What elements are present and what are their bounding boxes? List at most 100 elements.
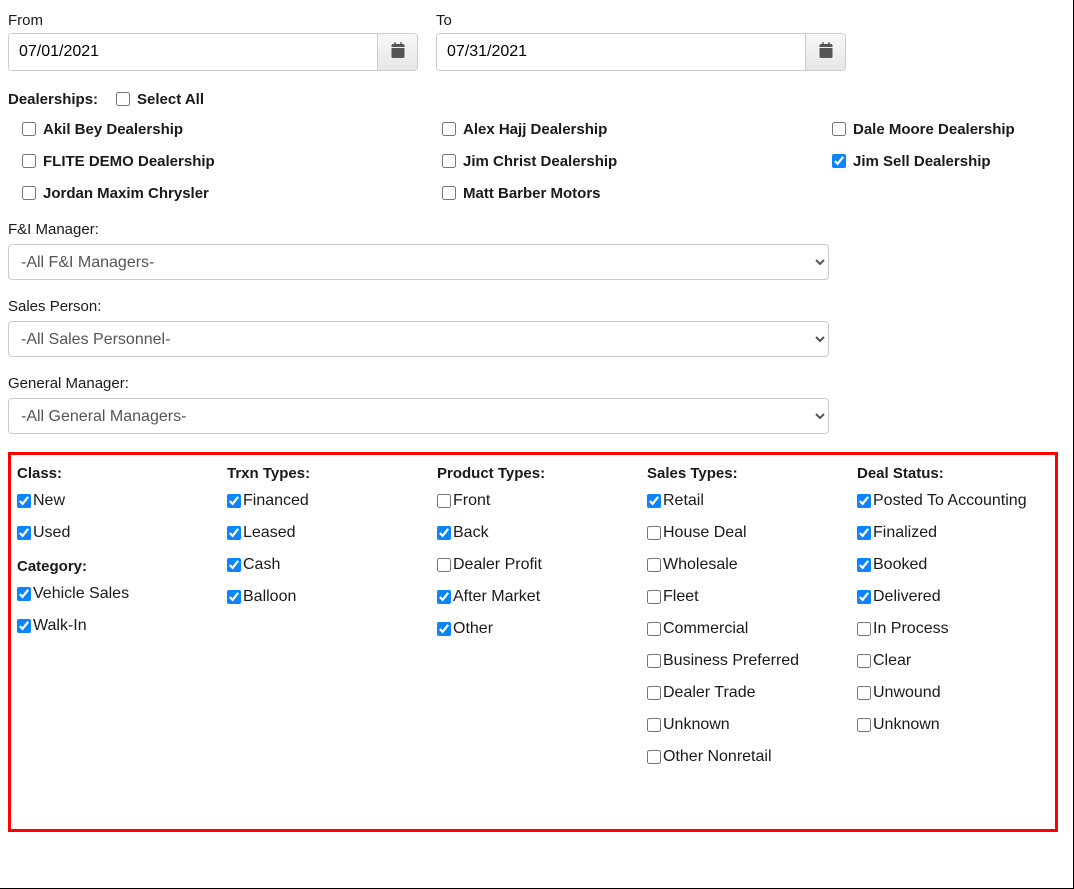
deal-status-item[interactable]: Clear: [857, 652, 1057, 670]
product-type-checkbox[interactable]: [437, 526, 451, 540]
deal-status-checkbox[interactable]: [857, 654, 871, 668]
dealership-item[interactable]: Akil Bey Dealership: [8, 119, 428, 139]
category-checkbox[interactable]: [17, 587, 31, 601]
sales-type-item[interactable]: Fleet: [647, 588, 857, 606]
sales-type-item[interactable]: Dealer Trade: [647, 684, 857, 702]
dealership-checkbox[interactable]: [22, 154, 36, 168]
sales-type-checkbox[interactable]: [647, 526, 661, 540]
deal-status-checkbox[interactable]: [857, 590, 871, 604]
sales-type-checkbox[interactable]: [647, 558, 661, 572]
dealership-checkbox[interactable]: [22, 186, 36, 200]
dealership-checkbox[interactable]: [442, 186, 456, 200]
sales-type-checkbox[interactable]: [647, 654, 661, 668]
from-date-input-group: [8, 33, 418, 71]
trxn-type-item[interactable]: Financed: [227, 492, 437, 510]
trxn-type-checkbox[interactable]: [227, 526, 241, 540]
deal-status-checkbox[interactable]: [857, 718, 871, 732]
sales-type-item[interactable]: Unknown: [647, 716, 857, 734]
from-date-input[interactable]: [9, 34, 377, 70]
product-type-checkbox[interactable]: [437, 558, 451, 572]
deal-status-checkbox[interactable]: [857, 526, 871, 540]
category-heading: Category:: [17, 558, 227, 575]
dealership-checkbox[interactable]: [22, 122, 36, 136]
sales-type-checkbox[interactable]: [647, 686, 661, 700]
dealership-item[interactable]: Dale Moore Dealership: [818, 119, 1065, 139]
product-types-column: Product Types: FrontBackDealer ProfitAft…: [437, 465, 647, 819]
sales-type-item[interactable]: Other Nonretail: [647, 748, 857, 766]
product-type-checkbox[interactable]: [437, 494, 451, 508]
dealership-item[interactable]: Jordan Maxim Chrysler: [8, 183, 428, 203]
product-type-item[interactable]: Front: [437, 492, 647, 510]
dealership-item[interactable]: Jim Christ Dealership: [428, 151, 818, 171]
dealership-label: Akil Bey Dealership: [43, 121, 183, 138]
sales-type-checkbox[interactable]: [647, 622, 661, 636]
trxn-type-item[interactable]: Cash: [227, 556, 437, 574]
category-item[interactable]: Vehicle Sales: [17, 585, 227, 603]
product-type-item[interactable]: Other: [437, 620, 647, 638]
deal-status-checkbox[interactable]: [857, 558, 871, 572]
sales-type-item[interactable]: Business Preferred: [647, 652, 857, 670]
class-checkbox[interactable]: [17, 526, 31, 540]
dealership-checkbox[interactable]: [442, 122, 456, 136]
deal-status-item[interactable]: Finalized: [857, 524, 1057, 542]
dealership-item[interactable]: Alex Hajj Dealership: [428, 119, 818, 139]
dealership-label: Jordan Maxim Chrysler: [43, 185, 209, 202]
dealership-item[interactable]: FLITE DEMO Dealership: [8, 151, 428, 171]
trxn-type-checkbox[interactable]: [227, 494, 241, 508]
deal-status-item[interactable]: Posted To Accounting: [857, 492, 1057, 510]
trxn-type-label: Balloon: [243, 588, 296, 606]
deal-status-heading: Deal Status:: [857, 465, 1057, 482]
deal-status-checkbox[interactable]: [857, 686, 871, 700]
sales-type-item[interactable]: Wholesale: [647, 556, 857, 574]
category-item[interactable]: Walk-In: [17, 617, 227, 635]
class-item[interactable]: New: [17, 492, 227, 510]
sales-type-checkbox[interactable]: [647, 718, 661, 732]
trxn-type-item[interactable]: Leased: [227, 524, 437, 542]
class-checkbox[interactable]: [17, 494, 31, 508]
select-all-checkbox[interactable]: [116, 92, 130, 106]
deal-status-item[interactable]: Unwound: [857, 684, 1057, 702]
product-type-item[interactable]: Dealer Profit: [437, 556, 647, 574]
trxn-type-item[interactable]: Balloon: [227, 588, 437, 606]
sales-person-block: Sales Person: -All Sales Personnel-: [8, 298, 1065, 357]
deal-status-list: Posted To Accounting Finalized Booked Deliv…: [857, 492, 1057, 734]
sales-person-select[interactable]: -All Sales Personnel-: [8, 321, 829, 357]
dealership-checkbox[interactable]: [832, 154, 846, 168]
category-checkbox[interactable]: [17, 619, 31, 633]
sales-type-checkbox[interactable]: [647, 750, 661, 764]
from-date-calendar-button[interactable]: [377, 34, 417, 70]
fi-manager-select[interactable]: -All F&I Managers-: [8, 244, 829, 280]
sales-type-checkbox[interactable]: [647, 590, 661, 604]
dealership-item[interactable]: Matt Barber Motors: [428, 183, 818, 203]
general-manager-select[interactable]: -All General Managers-: [8, 398, 829, 434]
sales-type-item[interactable]: Retail: [647, 492, 857, 510]
deal-status-checkbox[interactable]: [857, 622, 871, 636]
dealership-checkbox[interactable]: [832, 122, 846, 136]
class-label: Used: [33, 524, 70, 542]
product-type-item[interactable]: After Market: [437, 588, 647, 606]
deal-status-item[interactable]: Booked: [857, 556, 1057, 574]
product-type-checkbox[interactable]: [437, 622, 451, 636]
select-all-label[interactable]: Select All: [112, 89, 204, 109]
sales-type-label: Unknown: [663, 716, 730, 734]
deal-status-item[interactable]: Delivered: [857, 588, 1057, 606]
product-type-item[interactable]: Back: [437, 524, 647, 542]
deal-status-item[interactable]: Unknown: [857, 716, 1057, 734]
calendar-icon: [390, 42, 406, 62]
sales-type-item[interactable]: Commercial: [647, 620, 857, 638]
trxn-type-checkbox[interactable]: [227, 590, 241, 604]
class-item[interactable]: Used: [17, 524, 227, 542]
sales-type-item[interactable]: House Deal: [647, 524, 857, 542]
dealership-checkbox[interactable]: [442, 154, 456, 168]
sales-type-checkbox[interactable]: [647, 494, 661, 508]
deal-status-item[interactable]: In Process: [857, 620, 1057, 638]
date-range-row: From To: [8, 12, 1065, 71]
deal-status-checkbox[interactable]: [857, 494, 871, 508]
product-type-label: Front: [453, 492, 490, 510]
to-date-calendar-button[interactable]: [805, 34, 845, 70]
product-type-checkbox[interactable]: [437, 590, 451, 604]
trxn-type-checkbox[interactable]: [227, 558, 241, 572]
trxn-type-label: Financed: [243, 492, 309, 510]
to-date-input[interactable]: [437, 34, 805, 70]
dealership-item[interactable]: Jim Sell Dealership: [818, 151, 1065, 171]
